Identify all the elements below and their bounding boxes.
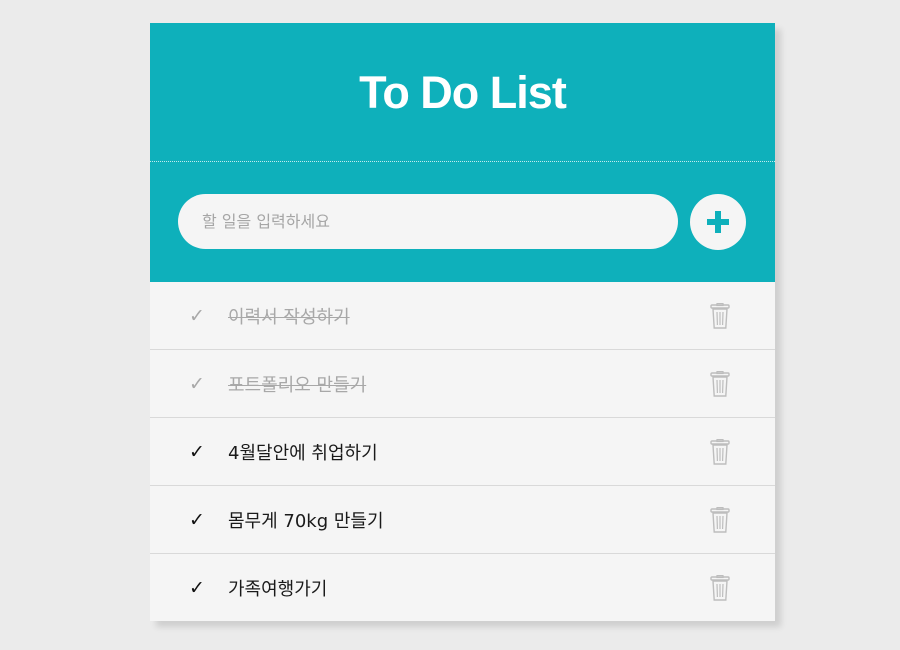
- todo-item: ✓ 4월달안에 취업하기: [150, 418, 775, 486]
- check-icon[interactable]: ✓: [186, 305, 208, 327]
- trash-icon[interactable]: [710, 371, 730, 397]
- input-bar: [150, 162, 775, 282]
- todo-item: ✓ 몸무게 70kg 만들기: [150, 486, 775, 554]
- todo-item: ✓ 포트폴리오 만들기: [150, 350, 775, 418]
- todo-text: 포트폴리오 만들기: [228, 374, 367, 396]
- plus-icon: [707, 211, 729, 233]
- trash-icon[interactable]: [710, 507, 730, 533]
- check-icon[interactable]: ✓: [186, 373, 208, 395]
- add-button[interactable]: [690, 194, 746, 250]
- todo-input[interactable]: [178, 194, 678, 249]
- todo-text: 몸무게 70kg 만들기: [228, 510, 384, 532]
- trash-icon[interactable]: [710, 303, 730, 329]
- todo-text: 4월달안에 취업하기: [228, 442, 378, 464]
- check-icon[interactable]: ✓: [186, 441, 208, 463]
- todo-text: 가족여행가기: [228, 578, 328, 600]
- todo-item: ✓ 이력서 작성하기: [150, 282, 775, 350]
- todo-app: To Do List ✓ 이력서 작성하기 ✓ 포트폴리오 만들: [150, 23, 775, 621]
- todo-list: ✓ 이력서 작성하기 ✓ 포트폴리오 만들기 ✓ 4월달안에 취업하기 ✓ 몸무…: [150, 282, 775, 621]
- check-icon[interactable]: ✓: [186, 509, 208, 531]
- todo-item: ✓ 가족여행가기: [150, 554, 775, 621]
- todo-text: 이력서 작성하기: [228, 306, 350, 328]
- check-icon[interactable]: ✓: [186, 577, 208, 599]
- page-title: To Do List: [359, 66, 567, 118]
- trash-icon[interactable]: [710, 575, 730, 601]
- app-header: To Do List: [150, 23, 775, 162]
- trash-icon[interactable]: [710, 439, 730, 465]
